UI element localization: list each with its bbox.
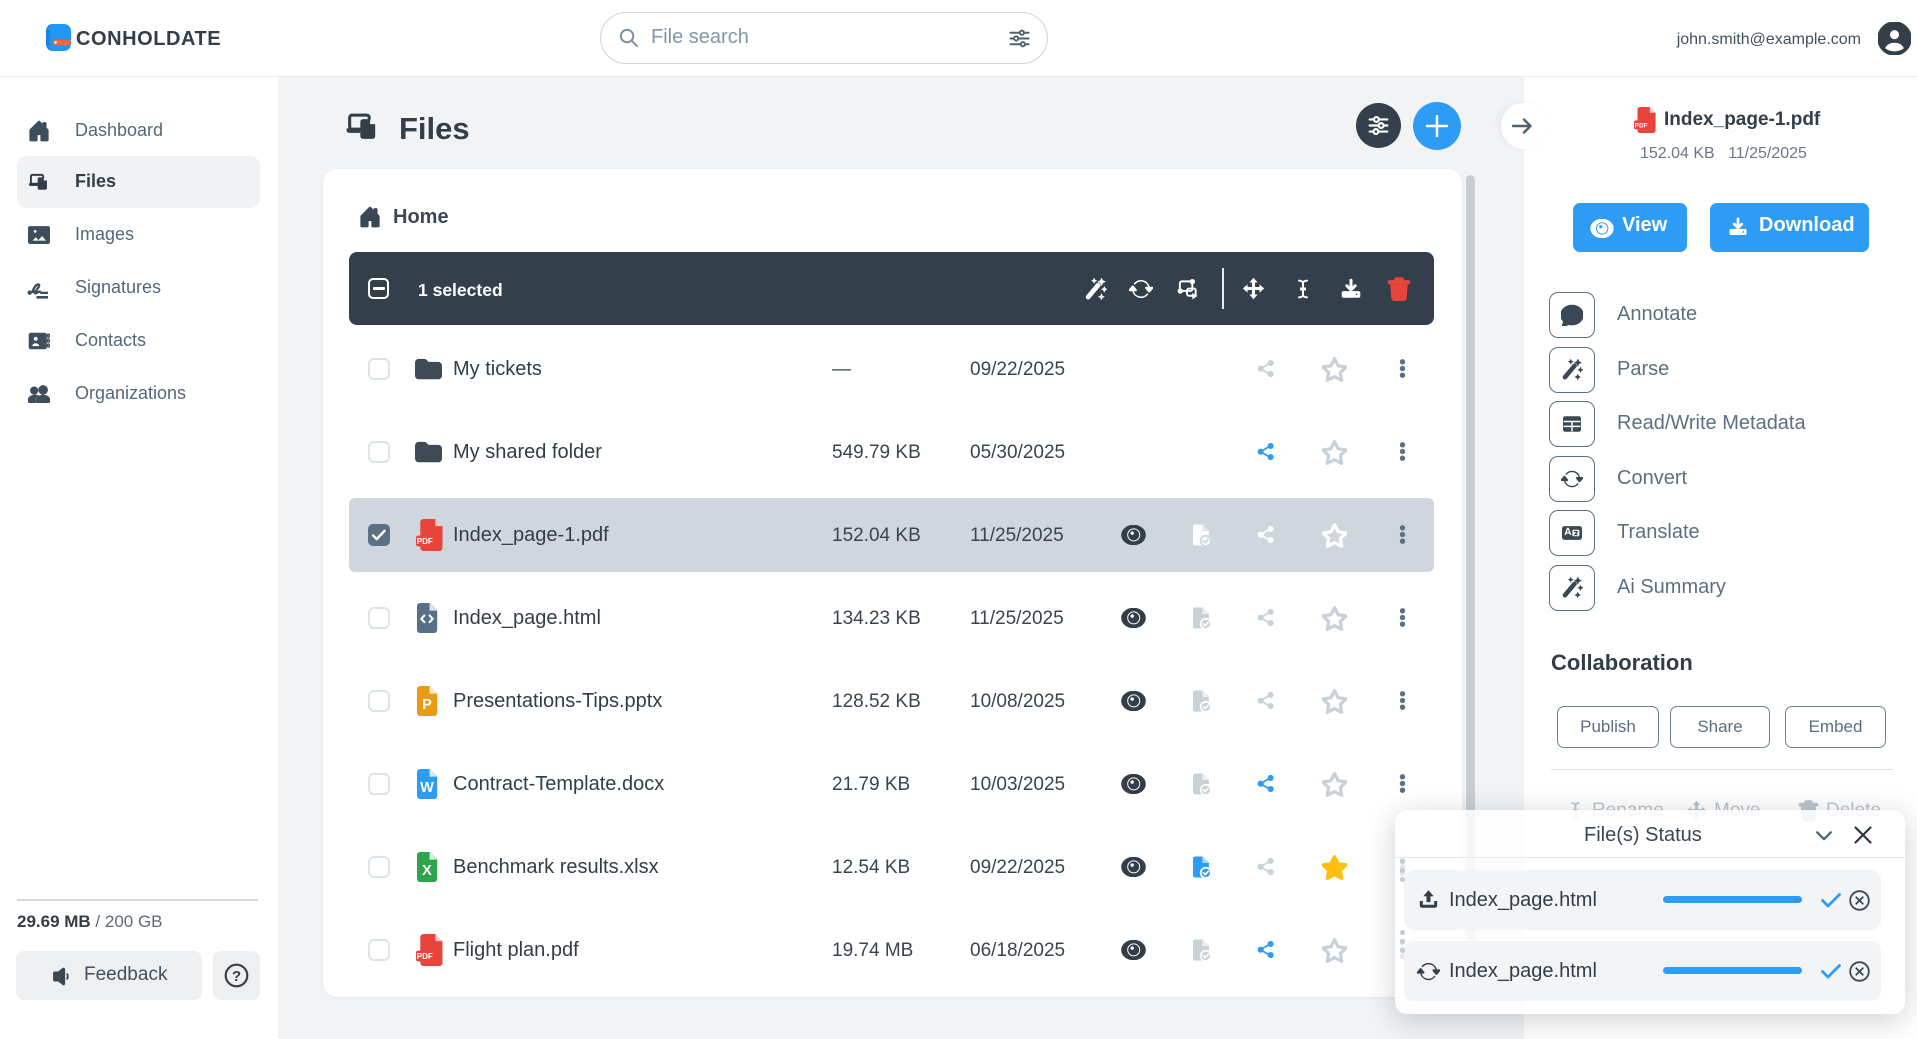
svg-text:PDF: PDF <box>417 952 433 961</box>
svg-text:PDF: PDF <box>1635 122 1648 129</box>
svg-text:PDF: PDF <box>417 537 433 546</box>
svg-text:W: W <box>420 780 434 796</box>
svg-text:P: P <box>422 697 432 713</box>
svg-text:X: X <box>422 863 432 879</box>
